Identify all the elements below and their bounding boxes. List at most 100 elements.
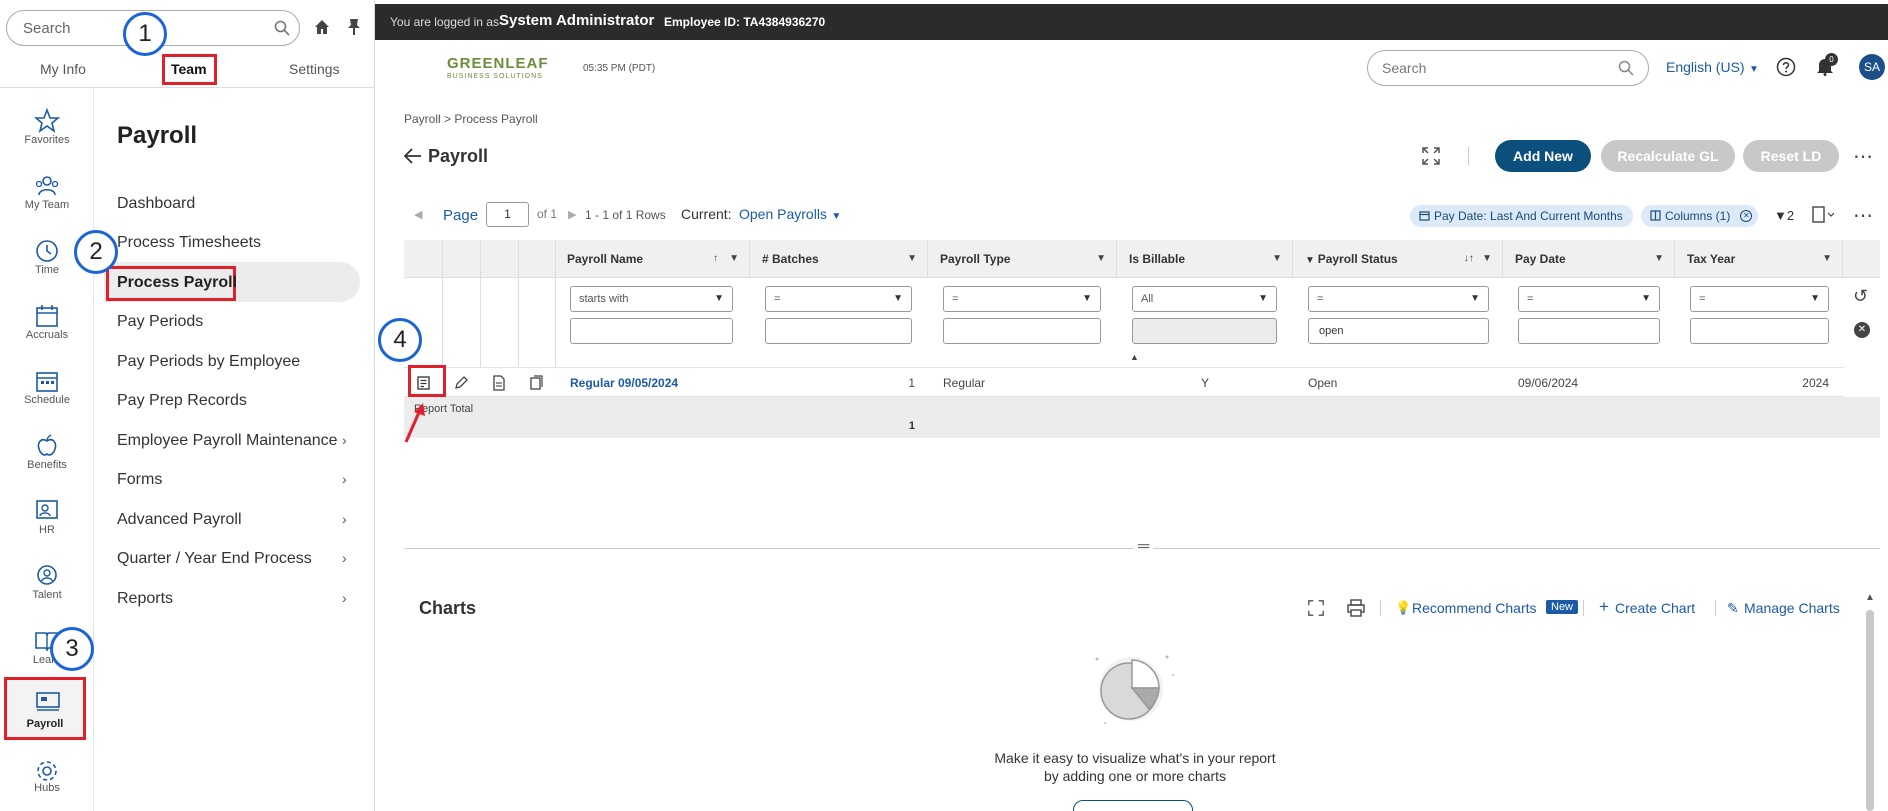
prev-page-icon[interactable]: ◀ — [414, 208, 422, 221]
header-search-input[interactable]: Search — [1367, 50, 1649, 86]
tax-year-operator-select[interactable]: = ▼ — [1690, 286, 1829, 312]
close-icon[interactable]: ✕ — [1740, 210, 1753, 222]
column-menu-icon[interactable]: ▼ — [907, 240, 917, 278]
help-icon[interactable] — [1776, 57, 1796, 77]
chevron-right-icon: › — [342, 550, 347, 566]
add-chart-button[interactable] — [1073, 800, 1193, 811]
copy-icon[interactable] — [529, 375, 545, 391]
rail-item-favorites[interactable]: Favorites — [0, 96, 94, 158]
column-menu-icon[interactable]: ▼ — [1822, 240, 1832, 278]
expand-icon[interactable] — [1421, 146, 1441, 166]
manage-charts-link[interactable]: Manage Charts — [1744, 600, 1840, 616]
recalculate-gl-button[interactable]: Recalculate GL — [1601, 140, 1735, 172]
reset-filters-icon[interactable]: ↺ — [1853, 286, 1868, 307]
rail-item-talent[interactable]: Talent — [0, 551, 94, 613]
tab-team[interactable]: Team — [171, 61, 207, 77]
pin-icon[interactable] — [346, 18, 362, 36]
rail-item-accruals[interactable]: Accruals — [0, 291, 94, 353]
menu-item-pay-prep-records[interactable]: Pay Prep Records — [117, 392, 247, 410]
payroll-status-filter-input[interactable]: open — [1308, 318, 1489, 344]
export-icon[interactable] — [1812, 206, 1834, 224]
tax-year-filter-input[interactable] — [1690, 318, 1829, 344]
paydate-filter-chip[interactable]: Pay Date: Last And Current Months — [1410, 205, 1633, 227]
page-number-input[interactable]: 1 — [486, 202, 529, 227]
batches-filter-input[interactable] — [765, 318, 912, 344]
chevron-right-icon: › — [342, 471, 347, 487]
logo-subtext: BUSINESS SOLUTIONS — [447, 73, 543, 80]
scrollbar-thumb[interactable] — [1866, 610, 1874, 811]
filter-indicator[interactable]: ▼2 — [1774, 207, 1794, 225]
column-menu-icon[interactable]: ▼ — [1096, 240, 1106, 278]
rail-item-hr[interactable]: HR — [0, 486, 94, 548]
charts-scrollbar[interactable]: ▲ — [1864, 592, 1876, 811]
recommend-charts-link[interactable]: Recommend Charts — [1412, 600, 1537, 616]
edit-pencil-icon[interactable] — [453, 375, 469, 391]
tab-my-info[interactable]: My Info — [40, 61, 86, 77]
pay-date-filter-input[interactable] — [1518, 318, 1660, 344]
rail-item-my-team[interactable]: My Team — [0, 161, 94, 223]
menu-item-reports[interactable]: Reports — [117, 590, 173, 608]
col-header-label: # Batches — [762, 252, 819, 266]
payroll-name-filter-input[interactable] — [570, 318, 733, 344]
columns-filter-chip[interactable]: Columns (1) ✕ — [1641, 205, 1759, 227]
create-chart-link[interactable]: Create Chart — [1615, 600, 1695, 616]
col-header-payroll-type[interactable]: Payroll Type ▼ — [928, 240, 1117, 278]
rail-item-benefits[interactable]: Benefits — [0, 421, 94, 483]
collapse-up-icon[interactable]: ▲ — [1130, 352, 1139, 362]
is-billable-operator-select[interactable]: All ▼ — [1132, 286, 1277, 312]
grid-more-options-icon[interactable]: ⋯ — [1853, 203, 1873, 228]
more-options-icon[interactable]: ⋯ — [1853, 144, 1874, 169]
col-header-is-billable[interactable]: Is Billable ▼ — [1117, 240, 1293, 278]
home-icon[interactable] — [313, 18, 331, 36]
next-page-icon[interactable]: ▶ — [568, 208, 576, 221]
menu-item-forms[interactable]: Forms — [117, 471, 162, 489]
language-label: English (US) — [1666, 59, 1745, 75]
search-icon — [274, 20, 290, 36]
col-header-payroll-name[interactable]: Payroll Name ↑ ▼ — [555, 240, 750, 278]
sort-asc-icon[interactable]: ↑ ▼ — [713, 240, 739, 278]
chevron-right-icon: › — [342, 590, 347, 606]
column-menu-icon[interactable]: ▼ — [1654, 240, 1664, 278]
menu-item-pay-periods-by-employee[interactable]: Pay Periods by Employee — [117, 353, 300, 371]
add-new-button[interactable]: Add New — [1495, 140, 1591, 172]
sort-icon[interactable]: ↓↑ ▼ — [1464, 240, 1492, 278]
document-icon[interactable] — [491, 375, 507, 391]
reset-ld-button[interactable]: Reset LD — [1743, 140, 1839, 172]
payroll-type-operator-select[interactable]: = ▼ — [943, 286, 1101, 312]
menu-item-process-payroll[interactable]: Process Payroll — [117, 274, 237, 292]
avatar[interactable]: SA — [1859, 54, 1885, 80]
current-view-selector[interactable]: Open Payrolls ▼ — [739, 206, 841, 224]
splitter-handle-icon[interactable]: ═ — [1134, 538, 1154, 556]
pay-date-operator-select[interactable]: = ▼ — [1518, 286, 1660, 312]
print-icon[interactable] — [1347, 599, 1365, 617]
payroll-name-operator-select[interactable]: starts with ▼ — [570, 286, 733, 312]
col-header-batches[interactable]: # Batches ▼ — [750, 240, 928, 278]
expand-icon[interactable] — [1307, 599, 1325, 617]
back-arrow-icon[interactable] — [404, 148, 422, 164]
menu-item-employee-payroll-maintenance[interactable]: Employee Payroll Maintenance — [117, 432, 338, 450]
menu-item-dashboard[interactable]: Dashboard — [117, 195, 195, 213]
scroll-up-icon[interactable]: ▲ — [1865, 592, 1875, 603]
col-header-pay-date[interactable]: Pay Date ▼ — [1503, 240, 1675, 278]
operator-value: = — [952, 293, 959, 305]
menu-item-quarter-year-end[interactable]: Quarter / Year End Process — [117, 550, 312, 568]
payroll-type-filter-input[interactable] — [943, 318, 1101, 344]
breadcrumb[interactable]: Payroll > Process Payroll — [404, 112, 538, 126]
menu-item-pay-periods[interactable]: Pay Periods — [117, 313, 203, 331]
column-menu-icon[interactable]: ▼ — [1272, 240, 1282, 278]
language-selector[interactable]: English (US) ▼ — [1666, 59, 1759, 77]
tab-settings[interactable]: Settings — [289, 61, 340, 77]
menu-item-process-timesheets[interactable]: Process Timesheets — [117, 234, 261, 252]
payroll-name-link[interactable]: Regular 09/05/2024 — [570, 368, 678, 398]
rail-item-schedule[interactable]: Schedule — [0, 356, 94, 418]
payroll-status-operator-select[interactable]: = ▼ — [1308, 286, 1489, 312]
rail-item-hubs[interactable]: Hubs — [0, 746, 94, 808]
col-header-tax-year[interactable]: Tax Year ▼ — [1675, 240, 1843, 278]
batches-operator-select[interactable]: = ▼ — [765, 286, 912, 312]
page-title: Payroll — [428, 146, 489, 166]
is-billable-filter-input[interactable] — [1132, 318, 1277, 344]
clear-filters-icon[interactable]: ✕ — [1854, 322, 1870, 338]
rail-item-payroll[interactable]: Payroll — [4, 677, 86, 740]
menu-item-advanced-payroll[interactable]: Advanced Payroll — [117, 511, 242, 529]
col-header-payroll-status[interactable]: ▼ Payroll Status ↓↑ ▼ — [1293, 240, 1503, 278]
